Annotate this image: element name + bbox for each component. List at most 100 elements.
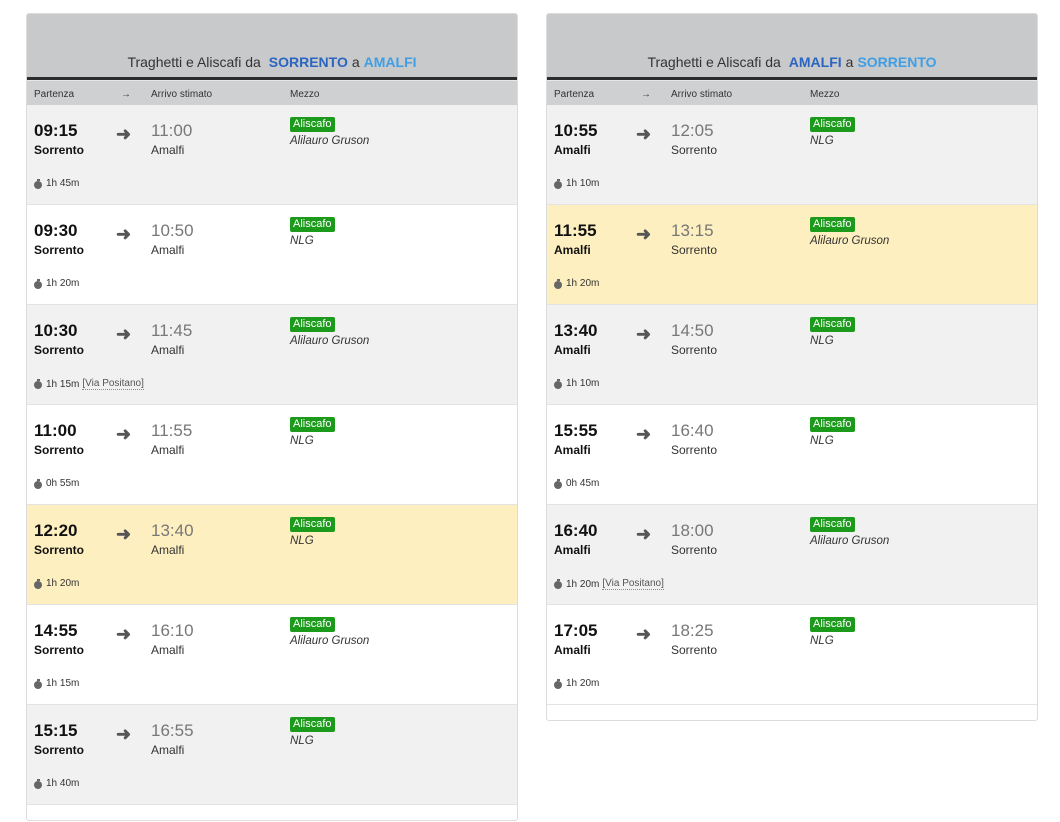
trip-duration: 1h 10m <box>554 378 599 389</box>
departure-port: Sorrento <box>34 143 85 157</box>
departure-time: 10:30 <box>34 321 78 340</box>
duration-text: 1h 20m <box>566 578 600 590</box>
vessel-type-badge: Aliscafo <box>290 617 335 632</box>
arrow-right-icon: ➜ <box>116 324 132 344</box>
duration-text: 1h 40m <box>46 778 80 789</box>
departure-port: Amalfi <box>554 543 591 557</box>
stopwatch-icon <box>554 478 563 489</box>
arrival-port: Sorrento <box>671 543 718 557</box>
arrow-right-icon: ➜ <box>116 724 132 744</box>
title-separator: a <box>351 54 360 70</box>
trip-row[interactable]: 14:55 Sorrento ➜ 16:10 Amalfi Aliscafo Alilaur… <box>27 605 517 705</box>
col-departure: Partenza <box>554 89 595 100</box>
arrow-right-icon: ➜ <box>116 224 132 244</box>
arrival-time: 18:25 <box>671 621 714 640</box>
arrival-port: Sorrento <box>671 243 718 257</box>
panel-title: Traghetti e Aliscafi da AMALFI a SORRENT… <box>547 14 1037 80</box>
departure-port: Amalfi <box>554 643 591 657</box>
trip-row[interactable]: 11:00 Sorrento ➜ 11:55 Amalfi Aliscafo NLG 0h 5… <box>27 405 517 505</box>
arrival-time: 12:05 <box>671 121 714 140</box>
departure-time: 12:20 <box>34 521 78 540</box>
departure-port: Sorrento <box>34 343 85 357</box>
timetable-amalfi-sorrento: Traghetti e Aliscafi da AMALFI a SORRENT… <box>546 13 1038 721</box>
title-separator: a <box>845 54 854 70</box>
arrival-time: 16:55 <box>151 721 194 740</box>
arrival-time: 11:00 <box>151 121 193 140</box>
stopwatch-icon <box>554 579 563 589</box>
arrival-port: Amalfi <box>151 143 185 157</box>
col-vessel: Mezzo <box>290 89 320 100</box>
stopwatch-icon <box>34 678 43 689</box>
departure-port: Sorrento <box>34 743 85 757</box>
arrival-port: Amalfi <box>151 343 185 357</box>
via-link[interactable]: [Via Positano] <box>82 378 144 390</box>
duration-text: 1h 20m <box>46 278 80 289</box>
vessel-type-badge: Aliscafo <box>810 417 855 432</box>
trip-duration: 1h 15m [Via Positano] <box>34 378 144 390</box>
departure-time: 11:00 <box>34 421 77 440</box>
arrow-right-icon: ➜ <box>116 424 132 444</box>
duration-text: 0h 45m <box>566 478 600 489</box>
vessel-type-badge: Aliscafo <box>810 517 855 532</box>
arrival-port: Amalfi <box>151 543 185 557</box>
duration-text: 1h 45m <box>46 178 80 189</box>
stopwatch-icon <box>34 778 43 789</box>
trip-row[interactable]: 13:40 Amalfi ➜ 14:50 Sorrento Aliscafo NLG 1h 1… <box>547 305 1037 405</box>
trip-row[interactable]: 17:05 Amalfi ➜ 18:25 Sorrento Aliscafo NLG 1h 2… <box>547 605 1037 705</box>
arrival-time: 18:00 <box>671 521 714 540</box>
trip-row[interactable]: 16:40 Amalfi ➜ 18:00 Sorrento Aliscafo Alilaur… <box>547 505 1037 605</box>
departure-port: Sorrento <box>34 543 85 557</box>
title-from-city: SORRENTO <box>268 54 348 70</box>
stopwatch-icon <box>554 278 563 289</box>
departure-port: Amalfi <box>554 243 591 257</box>
stopwatch-icon <box>554 178 563 189</box>
title-to-city: AMALFI <box>363 54 417 70</box>
arrival-time: 11:55 <box>151 421 193 440</box>
operator-name: NLG <box>810 335 834 347</box>
departure-time: 15:15 <box>34 721 78 740</box>
operator-name: NLG <box>290 235 314 247</box>
operator-name: NLG <box>290 535 314 547</box>
trip-duration: 1h 15m <box>34 678 79 689</box>
trip-row[interactable]: 15:55 Amalfi ➜ 16:40 Sorrento Aliscafo NLG 0h 4… <box>547 405 1037 505</box>
title-from-city: AMALFI <box>788 54 842 70</box>
arrival-time: 13:15 <box>671 221 714 240</box>
arrival-time: 13:40 <box>151 521 194 540</box>
stopwatch-icon <box>34 178 43 189</box>
arrow-right-icon: ➜ <box>636 324 652 344</box>
trip-duration: 0h 55m <box>34 478 79 489</box>
trip-list: 09:15 Sorrento ➜ 11:00 Amalfi Aliscafo Alilaur… <box>27 105 517 805</box>
trip-duration: 1h 20m <box>554 678 599 689</box>
operator-name: Alilauro Gruson <box>810 535 890 547</box>
vessel-type-badge: Aliscafo <box>290 517 335 532</box>
duration-text: 1h 15m <box>46 378 80 390</box>
trip-duration: 1h 40m <box>34 778 79 789</box>
vessel-type-badge: Aliscafo <box>810 117 855 132</box>
departure-port: Sorrento <box>34 443 85 457</box>
stopwatch-icon <box>554 378 563 389</box>
stopwatch-icon <box>34 478 43 489</box>
operator-name: NLG <box>810 635 834 647</box>
trip-row[interactable]: 09:30 Sorrento ➜ 10:50 Amalfi Aliscafo NLG 1h 2… <box>27 205 517 305</box>
duration-text: 1h 10m <box>566 378 600 389</box>
trip-duration: 0h 45m <box>554 478 599 489</box>
departure-time: 10:55 <box>554 121 598 140</box>
trip-row[interactable]: 12:20 Sorrento ➜ 13:40 Amalfi Aliscafo NLG 1h 2… <box>27 505 517 605</box>
trip-row[interactable]: 11:55 Amalfi ➜ 13:15 Sorrento Aliscafo Alilaur… <box>547 205 1037 305</box>
operator-name: NLG <box>810 435 834 447</box>
trip-row[interactable]: 15:15 Sorrento ➜ 16:55 Amalfi Aliscafo NLG 1h 4… <box>27 705 517 805</box>
via-link[interactable]: [Via Positano] <box>602 578 664 590</box>
arrival-time: 14:50 <box>671 321 714 340</box>
departure-port: Sorrento <box>34 243 85 257</box>
duration-text: 0h 55m <box>46 478 80 489</box>
vessel-type-badge: Aliscafo <box>290 217 335 232</box>
title-prefix: Traghetti e Aliscafi da <box>127 54 261 70</box>
trip-row[interactable]: 10:55 Amalfi ➜ 12:05 Sorrento Aliscafo NLG 1h 1… <box>547 105 1037 205</box>
trip-row[interactable]: 09:15 Sorrento ➜ 11:00 Amalfi Aliscafo Alilaur… <box>27 105 517 205</box>
operator-name: NLG <box>810 135 834 147</box>
departure-time: 17:05 <box>554 621 598 640</box>
departure-time: 15:55 <box>554 421 598 440</box>
operator-name: NLG <box>290 435 314 447</box>
trip-row[interactable]: 10:30 Sorrento ➜ 11:45 Amalfi Aliscafo Alilaur… <box>27 305 517 405</box>
operator-name: Alilauro Gruson <box>290 335 370 347</box>
